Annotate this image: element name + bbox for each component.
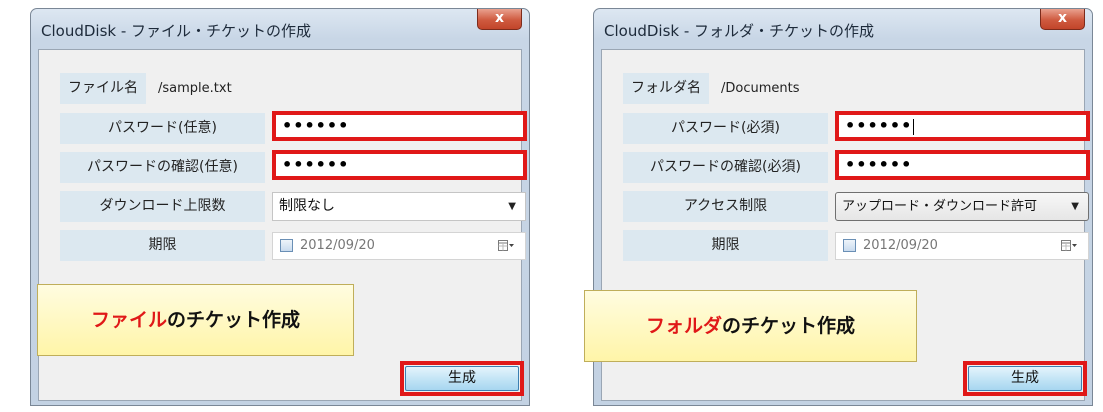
password-field[interactable]: •••••• xyxy=(272,111,527,141)
callout-highlight: ファイル xyxy=(90,309,167,331)
close-button[interactable]: x xyxy=(1040,9,1085,30)
password-value: •••••• xyxy=(845,116,913,135)
password-value: •••••• xyxy=(282,116,350,135)
chevron-down-icon: ▼ xyxy=(508,201,516,212)
password-label: パスワード(任意) xyxy=(60,113,265,144)
access-restriction-label: アクセス制限 xyxy=(623,191,828,222)
close-icon: x xyxy=(1057,10,1068,26)
download-limit-label: ダウンロード上限数 xyxy=(60,191,265,222)
password-confirm-field[interactable]: •••••• xyxy=(835,150,1090,180)
window-title: CloudDisk - ファイル・チケットの作成 xyxy=(41,22,312,40)
title-bar[interactable]: CloudDisk - フォルダ・チケットの作成 x xyxy=(594,9,1092,49)
calendar-icon[interactable] xyxy=(498,240,514,252)
chevron-down-icon: ▼ xyxy=(1071,201,1079,212)
title-bar[interactable]: CloudDisk - ファイル・チケットの作成 x xyxy=(31,9,529,49)
password-confirm-label: パスワードの確認(必須) xyxy=(623,152,828,183)
password-field[interactable]: •••••• xyxy=(835,111,1090,141)
password-label: パスワード(必須) xyxy=(623,113,828,144)
access-restriction-value: アップロード・ダウンロード許可 xyxy=(842,199,1038,214)
password-confirm-value: •••••• xyxy=(282,155,350,174)
expiry-checkbox[interactable] xyxy=(280,239,293,252)
file-name-value: /sample.txt xyxy=(158,81,232,96)
generate-button[interactable]: 生成 xyxy=(405,366,519,391)
generate-button-frame: 生成 xyxy=(963,361,1087,396)
callout-text: のチケット作成 xyxy=(167,309,301,331)
password-confirm-field[interactable]: •••••• xyxy=(272,150,527,180)
file-name-label: ファイル名 xyxy=(60,73,146,104)
folder-name-label: フォルダ名 xyxy=(623,73,709,104)
expiry-date-value: 2012/09/20 xyxy=(300,238,375,253)
expiry-label: 期限 xyxy=(623,230,828,261)
expiry-date-value: 2012/09/20 xyxy=(863,238,938,253)
file-ticket-callout: ファイルのチケット作成 xyxy=(37,284,354,356)
window-title: CloudDisk - フォルダ・チケットの作成 xyxy=(604,22,875,40)
generate-button[interactable]: 生成 xyxy=(968,366,1082,391)
text-caret xyxy=(913,118,915,135)
expiry-date-picker[interactable]: 2012/09/20 xyxy=(835,232,1089,260)
access-restriction-select[interactable]: アップロード・ダウンロード許可 ▼ xyxy=(835,192,1089,221)
expiry-checkbox[interactable] xyxy=(843,239,856,252)
calendar-icon[interactable] xyxy=(1061,240,1077,252)
folder-ticket-callout: フォルダのチケット作成 xyxy=(584,290,917,362)
download-limit-value: 制限なし xyxy=(279,198,335,214)
close-button[interactable]: x xyxy=(477,9,522,30)
password-confirm-label: パスワードの確認(任意) xyxy=(60,152,265,183)
callout-text: のチケット作成 xyxy=(722,315,856,337)
expiry-label: 期限 xyxy=(60,230,265,261)
close-icon: x xyxy=(494,10,505,26)
callout-highlight: フォルダ xyxy=(645,315,722,337)
expiry-date-picker[interactable]: 2012/09/20 xyxy=(272,232,526,260)
password-confirm-value: •••••• xyxy=(845,155,913,174)
generate-button-frame: 生成 xyxy=(400,361,524,396)
folder-name-value: /Documents xyxy=(721,81,800,96)
download-limit-select[interactable]: 制限なし ▼ xyxy=(272,192,526,221)
